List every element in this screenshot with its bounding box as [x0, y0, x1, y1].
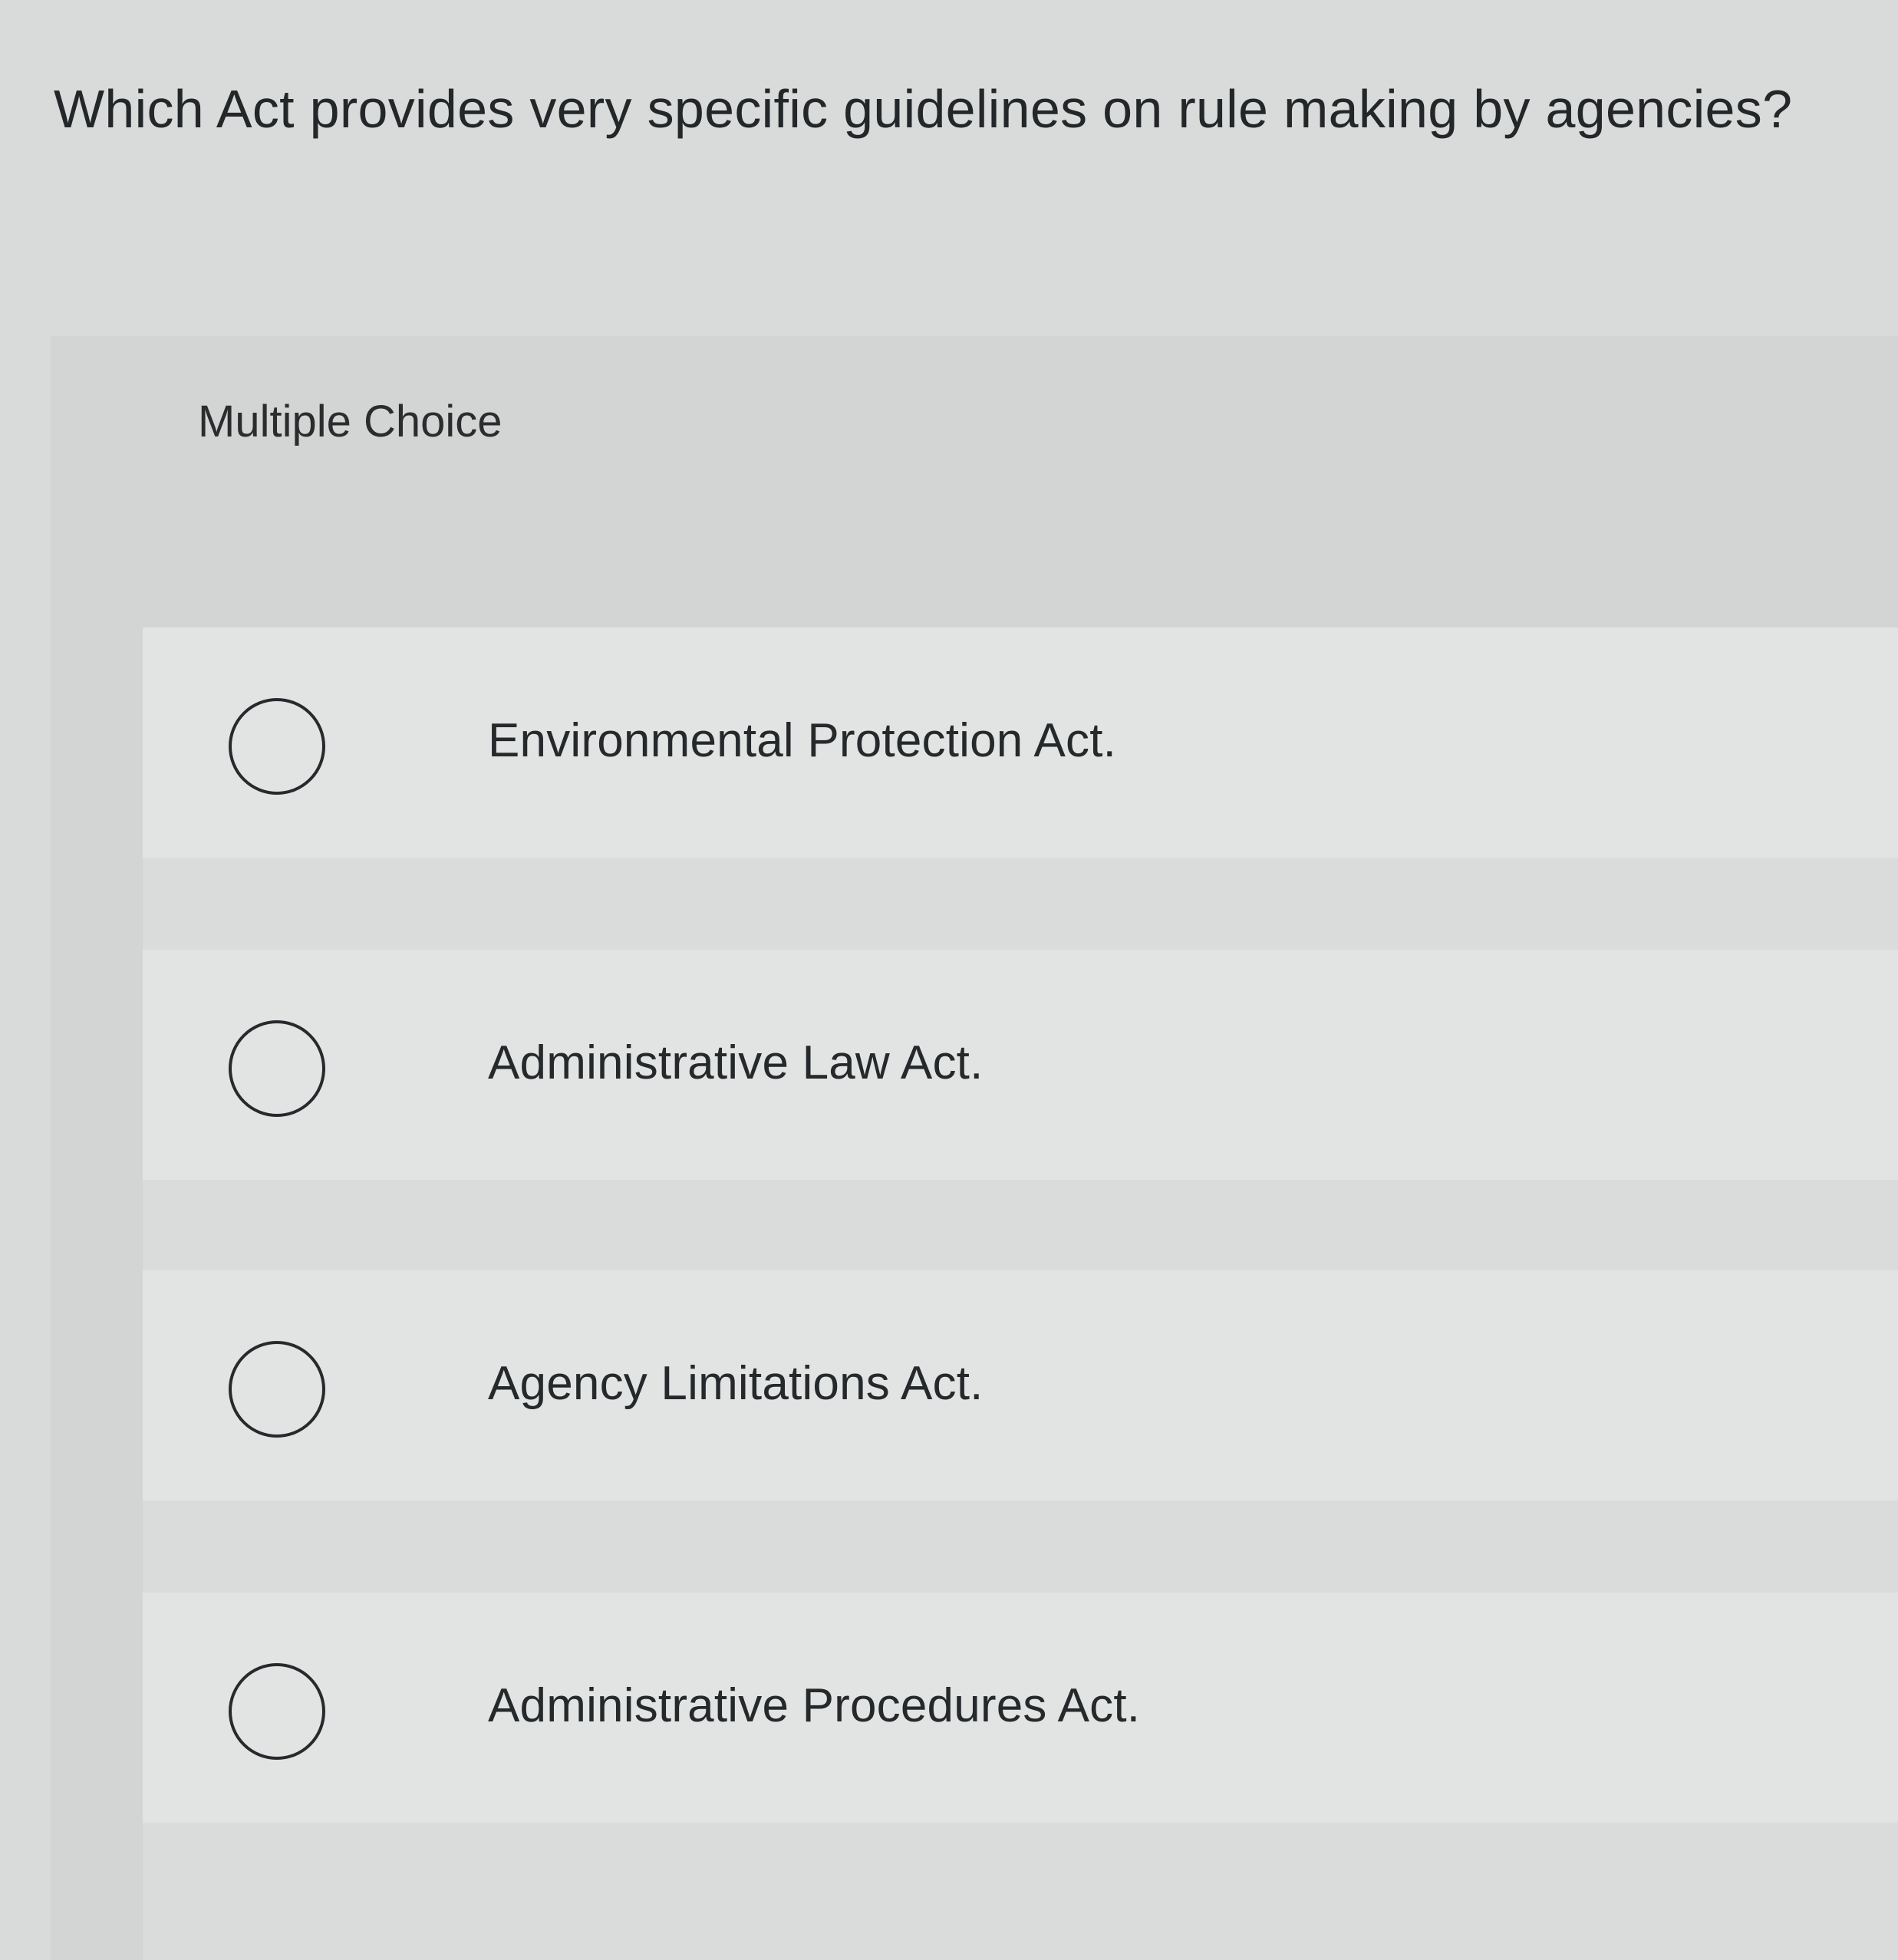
answer-option-agency-limitations-act[interactable]: Agency Limitations Act.: [143, 1270, 1898, 1500]
answer-option-environmental-protection-act[interactable]: Environmental Protection Act.: [143, 628, 1898, 858]
answer-option-administrative-procedures-act[interactable]: Administrative Procedures Act.: [143, 1593, 1898, 1823]
radio-button-icon[interactable]: [229, 1341, 325, 1438]
radio-button-icon[interactable]: [229, 1663, 325, 1760]
answer-option-label: Administrative Law Act.: [488, 1036, 984, 1089]
radio-button-icon[interactable]: [229, 1020, 325, 1117]
answer-option-label: Environmental Protection Act.: [488, 714, 1117, 767]
radio-button-icon[interactable]: [229, 698, 325, 795]
answer-option-label: Administrative Procedures Act.: [488, 1679, 1141, 1732]
question-text: Which Act provides very specific guideli…: [54, 79, 1793, 139]
multiple-choice-panel: Multiple Choice Environmental Protection…: [51, 336, 1898, 1960]
question-type-label: Multiple Choice: [198, 397, 503, 446]
answer-option-label: Agency Limitations Act.: [488, 1357, 984, 1410]
answer-options: Environmental Protection Act. Administra…: [143, 628, 1898, 1960]
answer-option-administrative-law-act[interactable]: Administrative Law Act.: [143, 950, 1898, 1180]
